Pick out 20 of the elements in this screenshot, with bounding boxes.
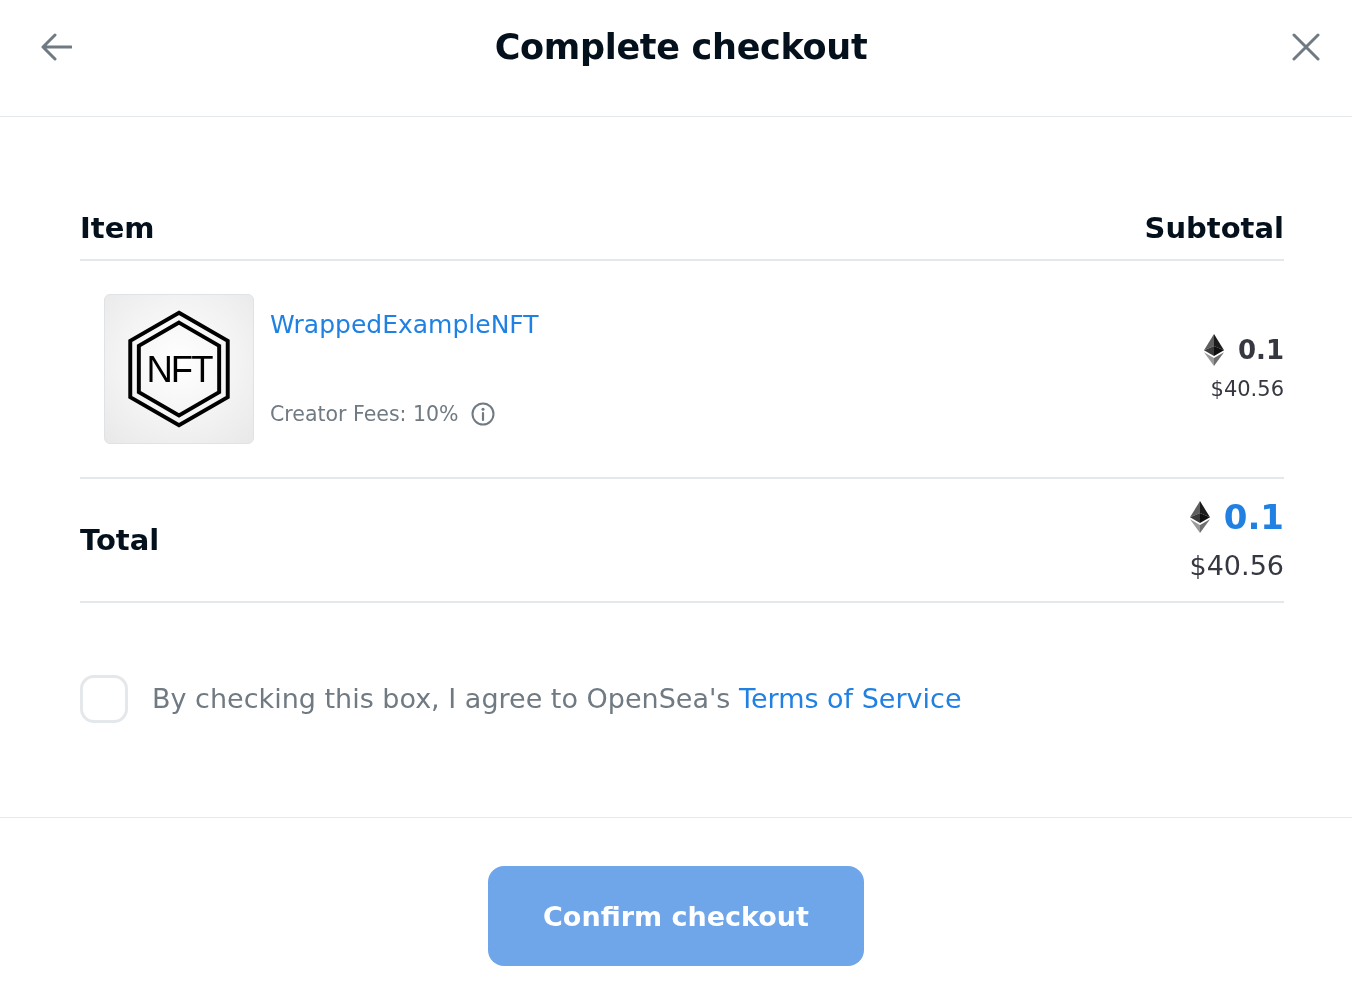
column-header: Item [80, 210, 155, 247]
total-eth-price: 0.1 [1223, 496, 1284, 538]
back-arrow-icon [40, 33, 72, 61]
dialog-title: Complete checkout [494, 27, 868, 67]
eth-price: 0.1 [1237, 334, 1284, 366]
agreement-text: By checking this box, I agree to OpenSea's Terms of Service [152, 682, 962, 716]
nft-label: NFT [146, 348, 212, 390]
usd-price: $40.56 [1210, 376, 1284, 403]
terms-of-service-link[interactable]: Terms of Service [739, 683, 962, 714]
creator-fees-text: Creator Fees: 10% [270, 401, 459, 428]
diamond-icon [1203, 334, 1224, 366]
close-icon [1290, 33, 1322, 61]
agreement-checkbox[interactable] [80, 675, 128, 723]
total-usd-price: $40.56 [1189, 549, 1284, 583]
diamond-icon [1189, 501, 1210, 533]
column-header: Subtotal [1144, 210, 1284, 247]
total-label: Total [80, 522, 160, 559]
hexagon-icon [128, 310, 230, 428]
info-icon[interactable] [470, 402, 495, 426]
item-name-link[interactable]: WrappedExampleNFT [270, 309, 539, 341]
